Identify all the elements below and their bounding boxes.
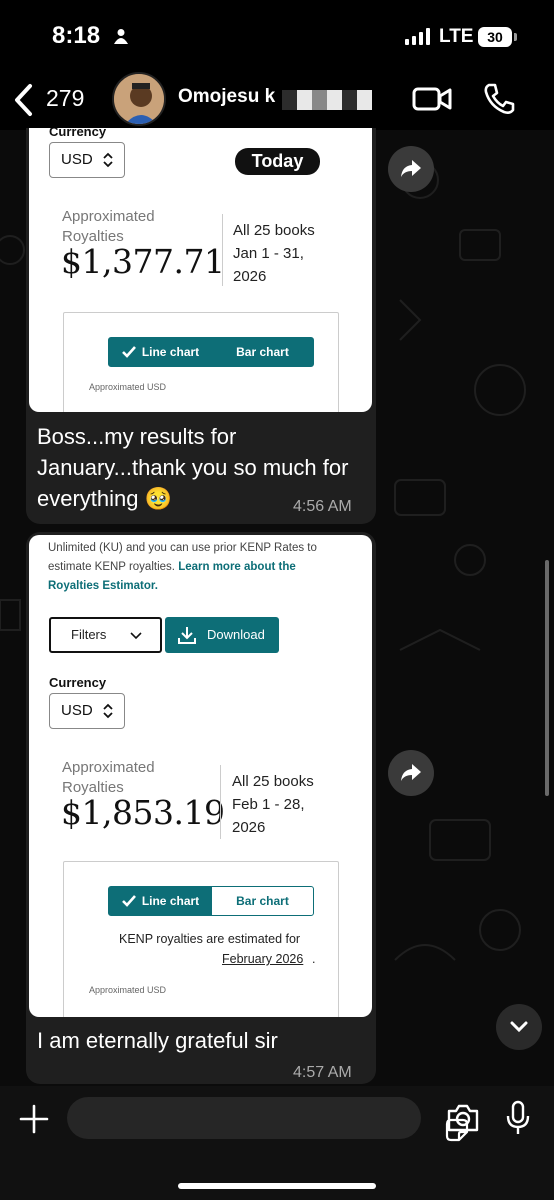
message-bubble-1[interactable]: Currency USD Today Approximated Royaltie… [26,128,376,524]
plus-icon[interactable] [18,1103,50,1135]
line-chart-label: Line chart [141,345,200,359]
message-input[interactable] [67,1097,469,1142]
divider [222,214,223,286]
date-range: Jan 1 - 31, 2026 [233,245,304,285]
royalties-screenshot-2[interactable]: Unlimited (KU) and you can use prior KEN… [29,535,372,1017]
royalties-amount: $1,377.71 [61,242,225,281]
forward-icon [401,160,421,177]
books-count: All 25 books [232,773,314,790]
message-text: I am eternally grateful sir [37,1028,278,1053]
kenp-month: February 2026 [222,952,304,966]
chat-header: 279 Omojesu k [0,72,554,130]
currency-select: USD [49,142,125,178]
currency-label: Currency [49,128,107,139]
chart-caption: Approximated USD [89,985,167,995]
select-caret-icon [103,152,113,168]
forward-button-1[interactable] [388,146,434,192]
bar-chart-label: Bar chart [236,894,289,908]
forward-button-2[interactable] [388,750,434,796]
line-chart-button[interactable]: Line chart [109,887,212,915]
bar-chart-label: Bar chart [236,345,289,359]
chevron-down-icon [130,632,142,640]
voice-call-icon[interactable] [482,82,516,116]
status-time: 8:18 [52,22,101,49]
unread-count[interactable]: 279 [46,85,84,112]
download-label: Download [207,627,265,642]
scrollbar[interactable] [545,560,549,796]
date-range: Feb 1 - 28, 2026 [232,796,305,836]
focus-person-icon [114,29,128,44]
kenp-note: KENP royalties are estimated for [119,932,301,946]
video-call-icon[interactable] [412,84,452,114]
royalties-amount: $1,853.19 [61,793,225,832]
approx-royalties-label: Approximated Royalties [62,208,155,245]
contact-avatar[interactable] [112,72,166,126]
estimator-intro: Unlimited (KU) and you can use prior KEN… [48,539,348,596]
chart-caption: Approximated USD [89,382,167,392]
scroll-to-bottom-button[interactable] [496,1004,542,1050]
checkmark-icon [121,346,136,358]
royalties-screenshot-1[interactable]: Currency USD Today Approximated Royaltie… [29,128,372,412]
back-chevron-icon[interactable] [12,82,34,118]
currency-label: Currency [49,675,107,690]
bar-chart-button[interactable]: Bar chart [212,887,313,915]
kenp-period: . [312,952,316,966]
camera-icon[interactable] [446,1103,480,1133]
download-icon [178,627,196,644]
redaction-blocks [282,90,372,110]
signal-icon [405,28,430,45]
download-button[interactable]: Download [165,617,279,653]
home-indicator [178,1183,376,1189]
checkmark-icon [121,895,136,907]
message-bubble-2[interactable]: Unlimited (KU) and you can use prior KEN… [26,532,376,1084]
status-bar: 8:18 LTE 30 [0,0,554,72]
line-chart-label: Line chart [141,894,200,908]
currency-value: USD [61,151,93,168]
forward-icon [401,764,421,781]
select-caret-icon [103,703,113,719]
books-count: All 25 books [233,222,315,239]
emoji: 🥹 [144,486,173,511]
approx-royalties-label: Approximated Royalties [62,759,155,796]
filters-label: Filters [71,627,107,642]
chevron-down-icon [510,1021,528,1033]
chart-type-toggle: Line chart Bar chart [108,886,314,916]
network-type: LTE [439,26,474,47]
bar-chart-button[interactable]: Bar chart [211,338,313,366]
message-time: 4:57 AM [293,1064,352,1081]
line-chart-button[interactable]: Line chart [109,338,212,366]
microphone-icon[interactable] [506,1100,530,1136]
divider [220,765,221,839]
message-time: 4:56 AM [293,498,352,515]
currency-value: USD [61,702,93,719]
filters-button[interactable]: Filters [49,617,162,653]
contact-name[interactable]: Omojesu k [178,86,275,108]
period-chip: Today [235,148,320,175]
battery-icon: 30 [478,27,517,47]
currency-select: USD [49,693,125,729]
chart-type-toggle: Line chart Bar chart [108,337,314,367]
